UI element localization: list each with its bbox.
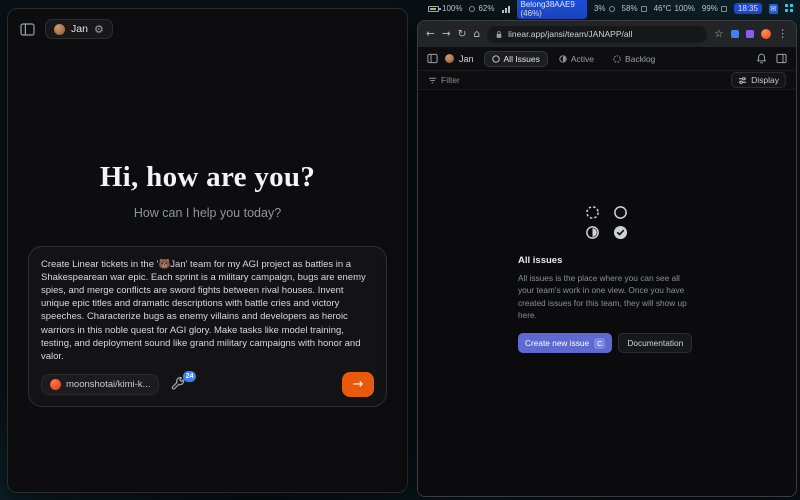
jan-header: Jan ⚙: [8, 9, 407, 49]
team-name-label: Jan: [71, 23, 88, 35]
tab-active[interactable]: Active: [551, 51, 602, 67]
mail-icon[interactable]: ✉: [769, 4, 778, 14]
clock[interactable]: 18:35: [734, 3, 762, 14]
tab-label: All Issues: [504, 54, 540, 64]
network-ssid-badge[interactable]: Belong38AAE9 (46%): [517, 0, 587, 19]
linear-team-name: Jan: [459, 54, 474, 64]
cpu-status: 3%: [594, 4, 615, 13]
brightness-icon: [469, 6, 475, 12]
app-grid-icon[interactable]: [785, 4, 792, 13]
bookmark-star-icon[interactable]: ☆: [714, 29, 723, 40]
linear-sidebar-icon[interactable]: [427, 53, 438, 64]
memory-percent: 58%: [622, 4, 638, 13]
sidebar-toggle-icon[interactable]: [20, 22, 35, 37]
battery-icon: [428, 6, 439, 12]
greeting-subtitle: How can I help you today?: [8, 206, 407, 220]
battery-status: 100%: [428, 4, 462, 13]
temperature-value: 46°C: [654, 4, 672, 13]
empty-state-title: All issues: [518, 255, 696, 266]
linear-filter-bar: Filter Display: [418, 70, 796, 90]
status-in-progress-icon: [585, 225, 600, 240]
create-new-issue-button[interactable]: Create new issue C: [518, 333, 612, 353]
fan-percent: 100%: [674, 4, 694, 13]
jan-main: Hi, how are you? How can I help you toda…: [8, 161, 407, 407]
back-icon[interactable]: ←: [426, 29, 435, 40]
brightness-status: 62%: [469, 4, 494, 13]
linear-team-emoji-icon: [445, 54, 454, 63]
tools-count-badge: 24: [183, 371, 197, 382]
status-todo-icon: [613, 205, 628, 220]
tab-backlog[interactable]: Backlog: [605, 51, 663, 67]
jan-app-window: Jan ⚙ Hi, how are you? How can I help yo…: [7, 8, 408, 493]
system-status-bar: 100% 62% Belong38AAE9 (46%) 3% 58% 46°C …: [420, 0, 800, 17]
linear-issues-area: All issues All issues is the place where…: [418, 90, 796, 496]
cpu-icon: [609, 6, 615, 12]
battery-percent: 100%: [442, 4, 462, 13]
url-text: linear.app/jansi/team/JANAPP/all: [508, 29, 632, 39]
right-panel-icon[interactable]: [776, 53, 787, 64]
disk-status: 99%: [702, 4, 727, 13]
display-button[interactable]: Display: [731, 72, 786, 88]
home-icon[interactable]: ⌂: [473, 29, 480, 40]
reload-icon[interactable]: ↻: [458, 29, 467, 40]
issue-status-icons: [518, 205, 696, 240]
brightness-percent: 62%: [478, 4, 494, 13]
empty-state-actions: Create new issue C Documentation: [518, 333, 696, 353]
browser-toolbar: ← → ↻ ⌂ linear.app/jansi/team/JANAPP/all…: [418, 21, 796, 47]
linear-app: Jan All Issues Active: [418, 47, 796, 496]
empty-state-description: All issues is the place where you can se…: [518, 272, 696, 322]
active-icon: [559, 55, 567, 63]
address-bar[interactable]: linear.app/jansi/team/JANAPP/all: [487, 26, 707, 43]
send-arrow-icon: →: [353, 378, 364, 391]
model-provider-icon: [50, 379, 61, 390]
notifications-bell-icon[interactable]: [756, 53, 767, 64]
browser-window: ← → ↻ ⌂ linear.app/jansi/team/JANAPP/all…: [417, 20, 797, 497]
chat-input-text[interactable]: Create Linear tickets in the '🐻Jan' team…: [41, 258, 374, 363]
lock-icon: [495, 30, 503, 39]
filter-label: Filter: [441, 75, 460, 85]
create-shortcut-key: C: [594, 338, 605, 349]
browser-menu-icon[interactable]: ⋮: [778, 29, 789, 40]
tab-all-issues[interactable]: All Issues: [484, 51, 548, 67]
tools-button[interactable]: 24: [171, 377, 186, 392]
memory-status: 58%: [622, 4, 647, 13]
greeting-heading: Hi, how are you?: [8, 161, 407, 194]
status-backlog-icon: [585, 205, 600, 220]
chat-input-card[interactable]: Create Linear tickets in the '🐻Jan' team…: [28, 246, 387, 407]
browser-profile-avatar[interactable]: [761, 29, 771, 39]
linear-team-label[interactable]: Jan: [445, 54, 474, 64]
chat-input-footer: moonshotai/kimi-k... 24 →: [41, 372, 374, 397]
disk-percent: 99%: [702, 4, 718, 13]
send-button[interactable]: →: [342, 372, 374, 397]
extension-icon-blue[interactable]: [731, 30, 739, 38]
team-selector[interactable]: Jan ⚙: [45, 19, 113, 39]
temperature-status: 46°C 100%: [654, 4, 695, 13]
filter-icon: [428, 76, 437, 85]
linear-header-actions: [756, 53, 787, 64]
filter-button[interactable]: Filter: [428, 75, 460, 85]
memory-icon: [641, 6, 647, 12]
documentation-button[interactable]: Documentation: [618, 333, 692, 353]
backlog-icon: [613, 55, 621, 63]
tab-label: Active: [571, 54, 594, 64]
cpu-percent: 3%: [594, 4, 606, 13]
model-name-label: moonshotai/kimi-k...: [66, 379, 150, 390]
gear-icon[interactable]: ⚙: [94, 24, 104, 35]
wifi-signal-icon: [502, 5, 510, 13]
linear-view-tabs: All Issues Active Backlog: [484, 51, 664, 67]
forward-icon[interactable]: →: [442, 29, 451, 40]
create-button-label: Create new issue: [525, 338, 589, 348]
tab-label: Backlog: [625, 54, 655, 64]
display-label: Display: [751, 75, 779, 85]
all-issues-icon: [492, 55, 500, 63]
disk-icon: [721, 6, 727, 12]
display-sliders-icon: [738, 76, 747, 85]
extension-icon-purple[interactable]: [746, 30, 754, 38]
linear-header: Jan All Issues Active: [418, 47, 796, 70]
bear-emoji-icon: [54, 24, 65, 35]
status-done-icon: [613, 225, 628, 240]
model-selector[interactable]: moonshotai/kimi-k...: [41, 374, 159, 395]
empty-state: All issues All issues is the place where…: [518, 205, 696, 354]
